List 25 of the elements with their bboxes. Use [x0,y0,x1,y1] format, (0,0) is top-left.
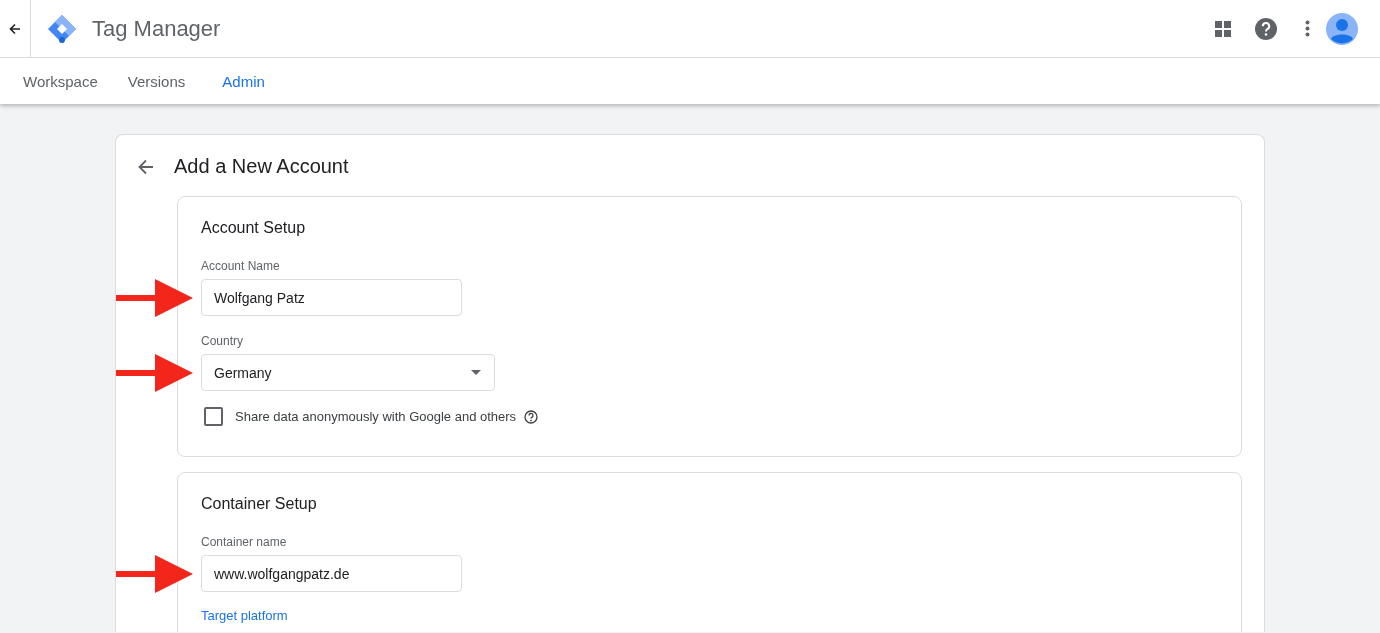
text-field[interactable]: Wolfgang Patz [201,279,462,316]
checkbox-label: Share data anonymously with Google and others [235,409,517,424]
page-title: Add a New Account [174,155,349,178]
text-field[interactable]: www.wolfgangpatz.de [201,555,462,592]
apps-grid-icon[interactable] [1215,20,1231,37]
more-options-icon[interactable] [1305,20,1310,37]
tab[interactable]: Workspace [23,58,113,104]
back-arrow-icon[interactable] [138,158,154,175]
tab[interactable]: Versions [112,58,201,104]
help-icon[interactable] [524,409,539,424]
target-platform-link[interactable]: Target platform [201,609,288,623]
field-label: Container name [201,535,288,549]
section-title: Account Setup [201,219,307,237]
checkbox[interactable] [204,407,223,426]
avatar-icon[interactable] [1326,12,1358,45]
back-arrow-icon[interactable] [9,22,21,35]
section-title: Container Setup [201,495,318,513]
country-dropdown[interactable]: Germany [201,354,495,391]
app-title: Tag Manager [92,15,221,42]
diamond-logo-icon [47,13,77,44]
field-label: Account Name [201,259,281,273]
tab[interactable]: Admin [200,58,280,104]
field-label: Country [201,334,245,348]
help-icon[interactable] [1255,17,1277,40]
dropdown-caret-icon [471,370,481,375]
